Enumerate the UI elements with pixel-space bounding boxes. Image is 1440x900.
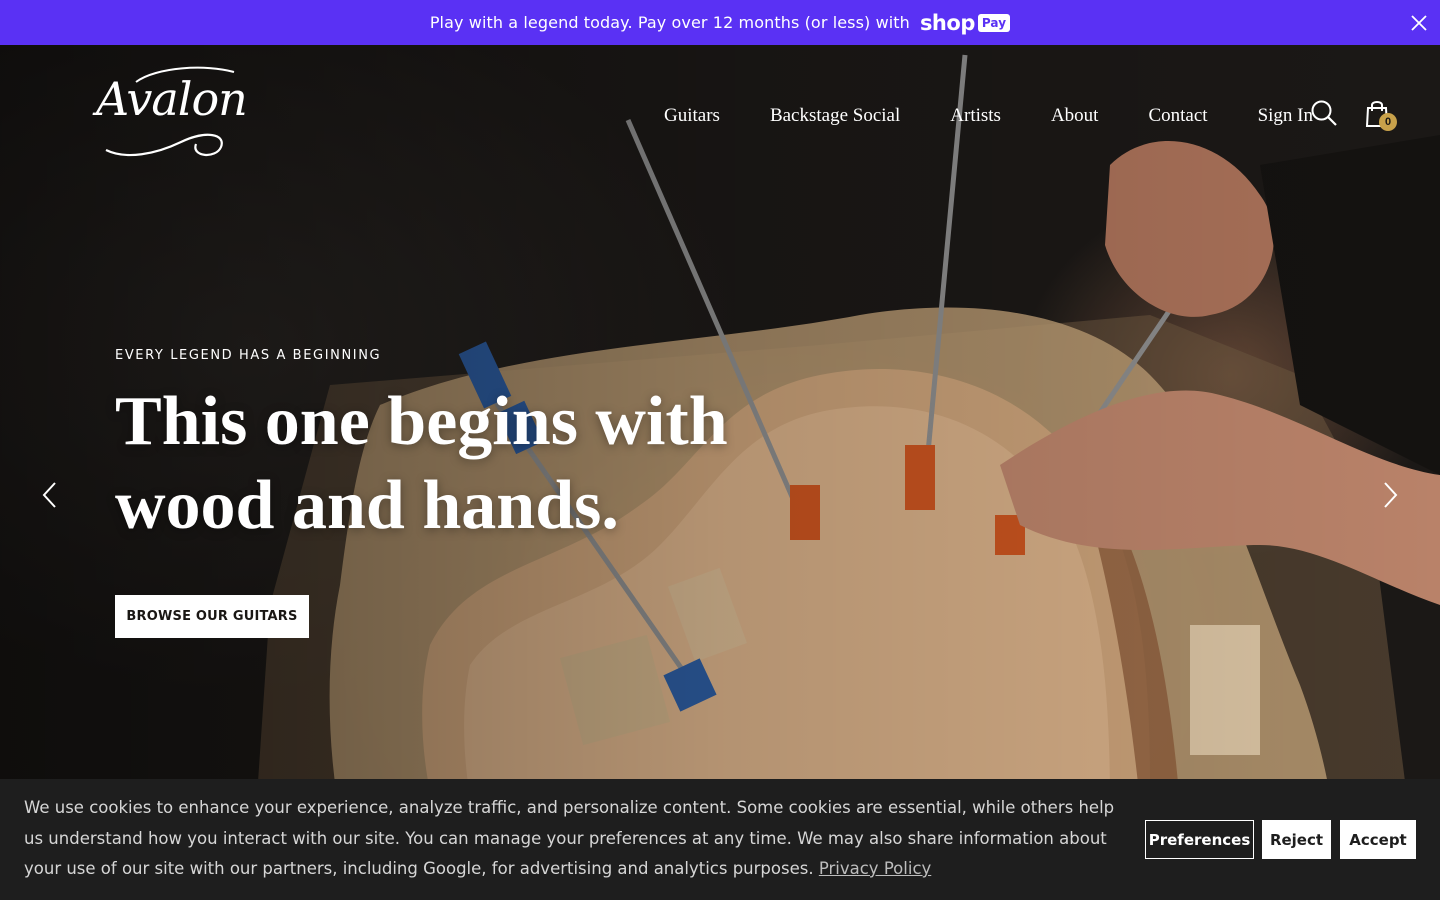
cookie-text-block: We use cookies to enhance your experienc… [24,793,1124,885]
nav-sign-in[interactable]: Sign In [1258,105,1313,127]
nav-guitars[interactable]: Guitars [664,105,720,127]
shopping-bag-icon[interactable]: 0 [1364,99,1398,133]
shop-pay-logo: shop Pay [919,10,1011,35]
cookie-message: We use cookies to enhance your experienc… [24,798,1115,878]
chevron-right-icon[interactable] [1378,480,1402,510]
preferences-button[interactable]: Preferences [1145,820,1254,859]
announcement-bar: Play with a legend today. Pay over 12 mo… [0,0,1440,45]
hero-eyebrow: EVERY LEGEND HAS A BEGINNING [115,348,382,363]
cookie-banner: We use cookies to enhance your experienc… [0,779,1440,900]
hero-headline-line-2: wood and hands. [115,467,619,544]
shop-pay-pay-badge: Pay [977,13,1011,32]
hero-headline-line-1: This one begins with [115,383,728,460]
accept-button[interactable]: Accept [1340,820,1416,859]
nav-contact[interactable]: Contact [1148,105,1207,127]
close-icon[interactable] [1406,10,1432,36]
nav-artists[interactable]: Artists [950,105,1001,127]
logo-text: Avalon [96,72,248,126]
search-icon[interactable] [1310,99,1338,127]
browse-guitars-button[interactable]: BROWSE OUR GUITARS [115,595,309,638]
nav-about[interactable]: About [1051,105,1099,127]
shop-pay-shop-word: shop [919,10,975,35]
chevron-left-icon[interactable] [38,480,62,510]
nav-backstage-social[interactable]: Backstage Social [770,105,900,127]
cart-count-badge: 0 [1379,113,1397,131]
announcement-text: Play with a legend today. Pay over 12 mo… [429,13,910,32]
avalon-logo[interactable]: Avalon [96,62,248,162]
main-nav: Guitars Backstage Social Artists About C… [664,103,1313,129]
hero-headline: This one begins with wood and hands. [115,380,755,548]
privacy-policy-link[interactable]: Privacy Policy [819,859,931,878]
reject-button[interactable]: Reject [1262,820,1331,859]
